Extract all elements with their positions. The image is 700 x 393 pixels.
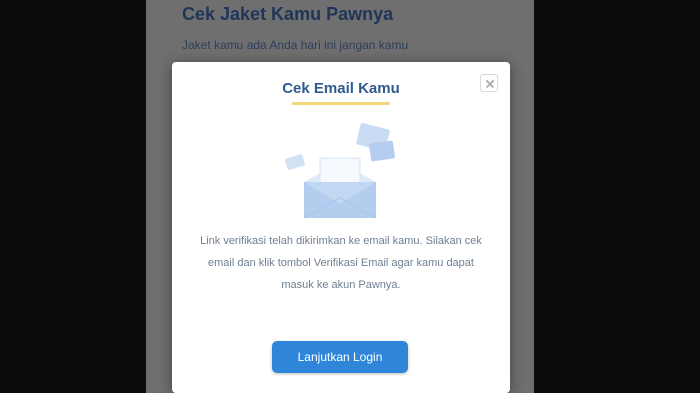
background-page-title: Cek Jaket Kamu Pawnya <box>182 4 394 24</box>
modal-title: Cek Email Kamu <box>282 80 400 97</box>
title-underline <box>292 102 390 105</box>
email-envelope-illustration <box>285 123 395 219</box>
email-verification-modal: Cek Email Kamu Link verifikasi telah dik… <box>172 62 510 393</box>
background-page-subtitle: Jaket kamu ada Anda hari ini jangan kamu <box>182 38 409 52</box>
modal-message: Link verifikasi telah dikirimkan ke emai… <box>200 235 482 291</box>
continue-login-button[interactable]: Lanjutkan Login <box>272 341 408 373</box>
